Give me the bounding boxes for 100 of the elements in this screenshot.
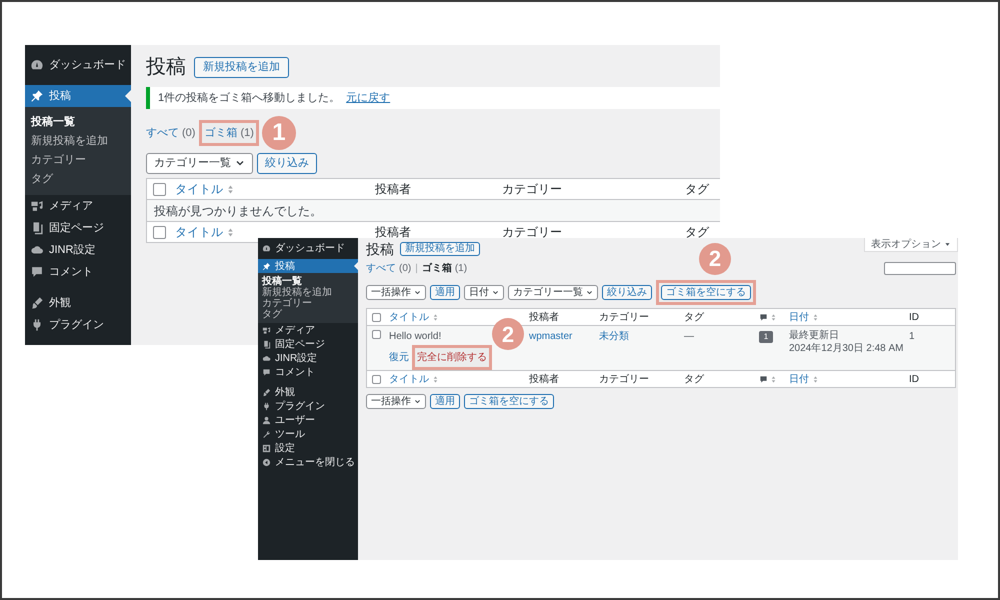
toolbar-button[interactable]: 絞り込み (257, 152, 317, 174)
submenu-item[interactable]: タグ (258, 309, 358, 320)
add-new-button[interactable]: 新規投稿を追加 (400, 242, 480, 256)
sort-link[interactable]: 日付 (789, 310, 819, 324)
page-title: 投稿 (146, 55, 186, 80)
sort-link[interactable] (759, 374, 777, 384)
checkbox[interactable] (372, 330, 380, 339)
sidebar-item[interactable]: メニューを閉じる (258, 455, 358, 469)
step-badge: 1 (262, 116, 296, 150)
sidebar-item[interactable]: 外観 (25, 292, 131, 314)
sidebar-item[interactable]: メディア (258, 323, 358, 337)
filter-count: (1) (240, 126, 254, 141)
photo-music-icon (262, 326, 271, 334)
sidebar-item[interactable]: コメント (258, 365, 358, 379)
sidebar-item[interactable]: プラグイン (258, 399, 358, 413)
id-text: 1 (909, 331, 915, 342)
toolbar-button[interactable]: ゴミ箱を空にする (661, 284, 751, 300)
sidebar-item[interactable]: 設定 (258, 441, 358, 455)
submenu-item[interactable]: カテゴリー (258, 298, 358, 309)
dropdown[interactable]: 日付 (464, 284, 504, 300)
toolbar-button[interactable]: 絞り込み (602, 284, 652, 300)
sidebar-item[interactable]: コメント (25, 261, 131, 283)
submenu-item[interactable]: タグ (25, 170, 131, 189)
column-header: カテゴリー (599, 310, 649, 324)
sidebar-item[interactable]: メディア (25, 195, 131, 217)
submenu-item[interactable]: 新規投稿を追加 (258, 287, 358, 298)
filter-link[interactable]: ゴミ箱 (422, 260, 452, 276)
tag-text: — (684, 331, 694, 342)
submenu-item[interactable]: 新規投稿を追加 (25, 132, 131, 151)
filter-link[interactable]: すべて (146, 124, 179, 142)
gauge-icon (30, 58, 44, 72)
sidebar-item[interactable]: JINR設定 (258, 351, 358, 365)
separator-text: | (415, 262, 418, 276)
filter-link[interactable]: ゴミ箱 (204, 124, 238, 142)
sidebar-item[interactable]: ユーザー (258, 413, 358, 427)
toolbar-button[interactable]: ゴミ箱を空にする (464, 394, 554, 409)
filter-count: (0) (399, 262, 412, 276)
delete-permanently-link[interactable]: 完全に削除する (417, 350, 487, 365)
sidebar-item[interactable]: 外観 (258, 385, 358, 399)
checkbox[interactable] (372, 312, 380, 322)
submenu-item[interactable]: 投稿一覧 (25, 113, 131, 132)
filter-link[interactable]: すべて (366, 260, 396, 276)
person-icon (262, 416, 271, 424)
speech-bubble-icon (262, 368, 271, 376)
author-link[interactable]: wpmaster (529, 331, 572, 342)
pin-icon (30, 89, 44, 103)
post-title: Hello world! (389, 330, 442, 344)
column-header: タグ (685, 181, 709, 198)
column-header: カテゴリー (502, 224, 562, 241)
sort-link[interactable]: タイトル (389, 310, 439, 324)
undo-link[interactable]: 元に戻す (346, 90, 390, 106)
sort-link[interactable]: タイトル (175, 223, 235, 241)
sidebar-item[interactable]: 固定ページ (25, 217, 131, 239)
checkbox[interactable] (152, 226, 166, 238)
chevron-down-icon (235, 158, 245, 168)
checkbox[interactable] (152, 182, 166, 196)
submenu-item[interactable]: カテゴリー (25, 151, 131, 170)
chevron-down-icon (586, 288, 593, 296)
grid-icon (262, 444, 271, 452)
checkbox[interactable] (372, 374, 380, 384)
restore-link[interactable]: 復元 (389, 350, 409, 365)
dropdown[interactable]: 一括操作 (366, 284, 426, 300)
submenu-item[interactable]: 投稿一覧 (258, 276, 358, 287)
dropdown[interactable]: カテゴリー一覧 (508, 284, 598, 300)
column-header: タグ (685, 224, 709, 241)
sort-link[interactable]: タイトル (389, 372, 439, 386)
column-header: タグ (684, 310, 704, 324)
sidebar-item[interactable]: 投稿 (25, 85, 131, 107)
sidebar-item[interactable]: JINR設定 (25, 239, 131, 261)
column-header: 投稿者 (529, 310, 559, 324)
sort-icon (770, 374, 777, 384)
page-title: 投稿 (366, 240, 394, 258)
toolbar-button[interactable]: 適用 (430, 284, 460, 300)
sort-icon (812, 312, 819, 322)
column-header: カテゴリー (502, 181, 562, 198)
screen-options-tab[interactable]: 表示オプション (864, 238, 958, 252)
sort-link[interactable]: 日付 (789, 372, 819, 386)
sort-link[interactable]: タイトル (175, 180, 235, 198)
sidebar-item[interactable]: ダッシュボード (258, 241, 358, 255)
sidebar-item[interactable]: ツール (258, 427, 358, 441)
dropdown[interactable]: 一括操作 (366, 394, 426, 409)
sidebar-item[interactable]: 固定ページ (258, 337, 358, 351)
search-field[interactable] (884, 262, 956, 274)
sidebar-item[interactable]: 投稿 (258, 259, 358, 273)
toolbar-button[interactable]: 適用 (430, 394, 460, 409)
sidebar-item[interactable]: プラグイン (25, 314, 131, 336)
speech-bubble-icon (759, 312, 768, 322)
dropdown[interactable]: カテゴリー一覧 (146, 152, 253, 174)
filter-count: (1) (454, 262, 468, 276)
sort-icon (226, 226, 235, 238)
sidebar-item[interactable]: ダッシュボード (25, 54, 131, 76)
post-date: 2024年12月30日 2:48 AM (789, 342, 901, 355)
sort-link[interactable] (759, 312, 777, 322)
comment-count-badge[interactable]: 1 (759, 331, 773, 343)
add-new-button[interactable]: 新規投稿を追加 (194, 56, 289, 78)
filter-count: (0) (182, 126, 196, 141)
speech-bubble-icon (759, 374, 768, 384)
pages-icon (262, 340, 271, 348)
step-badge: 2 (699, 242, 731, 274)
category-link[interactable]: 未分類 (599, 331, 629, 342)
